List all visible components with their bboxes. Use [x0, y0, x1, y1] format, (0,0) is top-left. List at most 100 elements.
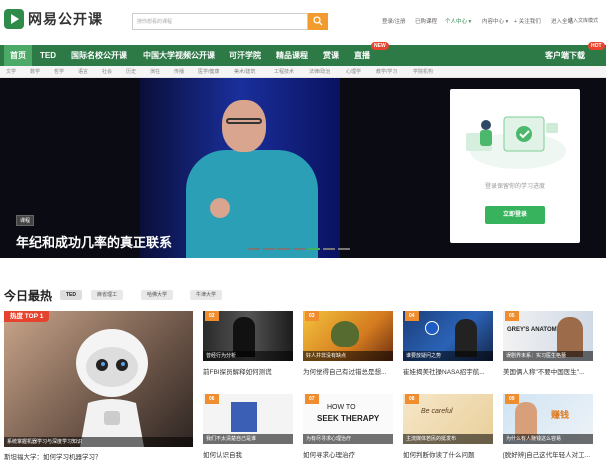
course-card[interactable]: 我们不太清楚自己是谁 06 如何认识自我	[203, 394, 293, 460]
category-engineering[interactable]: 工程技术	[274, 68, 294, 75]
course-caption: 主流媒体若民的挺发布	[403, 434, 493, 444]
rank-badge: 09	[505, 394, 519, 404]
nav-appreciate[interactable]: 赏课	[323, 45, 339, 66]
purchased-courses-link[interactable]: 已购课程	[415, 17, 437, 25]
category-philosophy[interactable]: 哲学	[54, 68, 64, 75]
learning-illustration	[466, 116, 566, 169]
course-card[interactable]: GREY'S ANATOMY 误剧界未系：实习医生格蕾 05 美国俩人称"不要中…	[503, 311, 593, 377]
course-title[interactable]: 如何判断你读了什么问题	[403, 449, 493, 459]
nav-premium-courses[interactable]: 精品课程	[276, 45, 308, 66]
carousel-dot[interactable]	[248, 248, 260, 250]
featured-thumbnail: 系统掌握机器学习与深度学习知识	[4, 311, 193, 447]
nav-ted[interactable]: TED	[40, 45, 56, 66]
hot-top-badge: 热度 TOP 1	[4, 311, 50, 322]
seek-therapy-title-image: HOW TO	[327, 404, 356, 411]
category-math[interactable]: 数学	[30, 68, 40, 75]
course-card[interactable]: HOW TO SEEK THERAPY 为有尽寻求心理治疗 07 如何寻求心理治…	[303, 394, 393, 460]
nasa-logo-image	[425, 321, 439, 335]
course-card[interactable]: Be careful 主流媒体若民的挺发布 08 如何判断你读了什么问题	[403, 394, 493, 460]
rank-badge: 02	[205, 311, 219, 321]
hot-section-title: 今日最热	[4, 289, 53, 303]
login-prompt: 登录保留你的学习进度	[484, 184, 545, 190]
main-nav: 首页 TED 国际名校公开课 中国大学视频公开课 可汗学院 精品课程 赏课 直播…	[0, 42, 606, 66]
course-title[interactable]: 崔娃揭美社操NASA招宇航...	[403, 366, 493, 376]
search-input[interactable]: 搜你想看的课程	[132, 13, 308, 30]
carousel-dot[interactable]	[323, 248, 335, 250]
nav-intl-courses[interactable]: 国际名校公开课	[71, 45, 127, 66]
nav-khan-academy[interactable]: 可汗学院	[229, 45, 261, 66]
be-careful-title-image: Be careful	[421, 408, 453, 415]
category-institutions[interactable]: 学院机构	[413, 68, 433, 75]
course-title[interactable]: [脱好辨]自己这代年轻人对工...	[503, 449, 593, 459]
login-button[interactable]: 立即登录	[485, 206, 545, 224]
featured-title[interactable]: 斯坦福大学：如何学习机器学习？	[4, 451, 193, 461]
library-mode-link[interactable]: 进入文库模式	[568, 17, 598, 24]
course-title[interactable]: 前FBI探员解释如何测谎	[203, 366, 293, 376]
hot-tag-ted[interactable]: TED	[60, 290, 82, 300]
rank-badge: 06	[205, 394, 219, 404]
nav-app-download[interactable]: 客户端下载	[545, 45, 585, 66]
play-logo-icon	[4, 9, 24, 29]
new-badge: NEW	[371, 42, 389, 50]
category-performance[interactable]: 演在	[150, 68, 160, 75]
category-literature[interactable]: 文学	[6, 68, 16, 75]
rank-badge: 04	[405, 311, 419, 321]
category-education[interactable]: 教学/学习	[376, 68, 397, 75]
robot-image	[76, 329, 148, 447]
course-title[interactable]: 如何寻求心理治疗	[303, 449, 393, 459]
course-caption: 为什么有人赚钱这么容易	[503, 434, 593, 444]
hot-tag-oxford[interactable]: 牛津大学	[190, 290, 223, 300]
speaker-head	[222, 100, 266, 152]
logo[interactable]: 网易公开课	[4, 9, 103, 29]
seek-therapy-title-image: SEEK THERAPY	[317, 414, 380, 423]
search-button[interactable]	[308, 13, 328, 30]
search-icon	[313, 16, 323, 26]
category-subnav: 文学 数学 哲学 语言 社会 历史 演在 传播 医学/健康 美术/建筑 工程技术…	[0, 66, 606, 78]
category-history[interactable]: 历史	[126, 68, 136, 75]
hot-tag-harvard[interactable]: 哈佛大学	[141, 290, 174, 300]
course-card[interactable]: 赚钱 为什么有人赚钱这么容易 09 [脱好辨]自己这代年轻人对工...	[503, 394, 593, 460]
rank-badge: 07	[305, 394, 319, 404]
carousel-dot[interactable]	[278, 248, 290, 250]
speaker-figure	[186, 150, 318, 258]
nav-live[interactable]: 直播	[354, 45, 370, 66]
carousel-dot[interactable]	[293, 248, 305, 250]
logo-text: 网易公开课	[28, 11, 103, 27]
category-psychology[interactable]: 心理学	[346, 68, 361, 75]
carousel-dot[interactable]	[263, 248, 275, 250]
category-society[interactable]: 社会	[102, 68, 112, 75]
hot-tag-mit[interactable]: 麻省理工	[91, 290, 124, 300]
course-caption: 误剧界未系：实习医生格蕾	[503, 351, 593, 361]
speaker-hand	[210, 198, 230, 218]
soldier-image	[331, 321, 359, 347]
category-law[interactable]: 法律/政治	[309, 68, 330, 75]
hero-category-tag: 课程	[16, 215, 35, 226]
featured-caption: 系统掌握机器学习与深度学习知识	[4, 437, 193, 447]
content-center-menu[interactable]: 内容中心 ▾	[482, 17, 508, 25]
category-language[interactable]: 语言	[78, 68, 88, 75]
course-caption: 好人并非没有缺点	[303, 351, 393, 361]
category-art[interactable]: 美术/建筑	[234, 68, 255, 75]
personal-center-menu[interactable]: 个人中心 ▾	[445, 17, 471, 25]
category-medicine[interactable]: 医学/健康	[198, 68, 219, 75]
hero-title[interactable]: 年纪和成功几率的真正联系	[16, 232, 172, 251]
course-caption: 我们不太清楚自己是谁	[203, 434, 293, 444]
featured-course-card[interactable]: 系统掌握机器学习与深度学习知识 热度 TOP 1 斯坦福大学：如何学习机器学习？	[4, 311, 193, 468]
nav-china-university[interactable]: 中国大学视频公开课	[143, 45, 215, 66]
rank-badge: 03	[305, 311, 319, 321]
course-caption: 为有尽寻求心理治疗	[303, 434, 393, 444]
follow-us-link[interactable]: + 关注我们	[514, 17, 541, 25]
carousel-dot-active[interactable]	[308, 248, 320, 250]
category-communication[interactable]: 传播	[174, 68, 184, 75]
course-card[interactable]: 好人并非没有缺点 03 为何觉得自己有过错总是想...	[303, 311, 393, 377]
course-card[interactable]: 谁要放疑问之势 04 崔娃揭美社操NASA招宇航...	[403, 311, 493, 377]
course-title[interactable]: 为何觉得自己有过错总是想...	[303, 366, 393, 376]
course-caption: 曾经行为分析	[203, 351, 293, 361]
course-title[interactable]: 美国俩人称"不要中国医生"...	[503, 366, 593, 376]
login-register-link[interactable]: 登录/注册	[382, 17, 406, 25]
course-title[interactable]: 如何认识自我	[203, 449, 293, 459]
rank-badge: 05	[505, 311, 519, 321]
carousel-dot[interactable]	[338, 248, 350, 250]
course-card[interactable]: 曾经行为分析 02 前FBI探员解释如何测谎	[203, 311, 293, 377]
nav-home[interactable]: 首页	[4, 45, 32, 66]
